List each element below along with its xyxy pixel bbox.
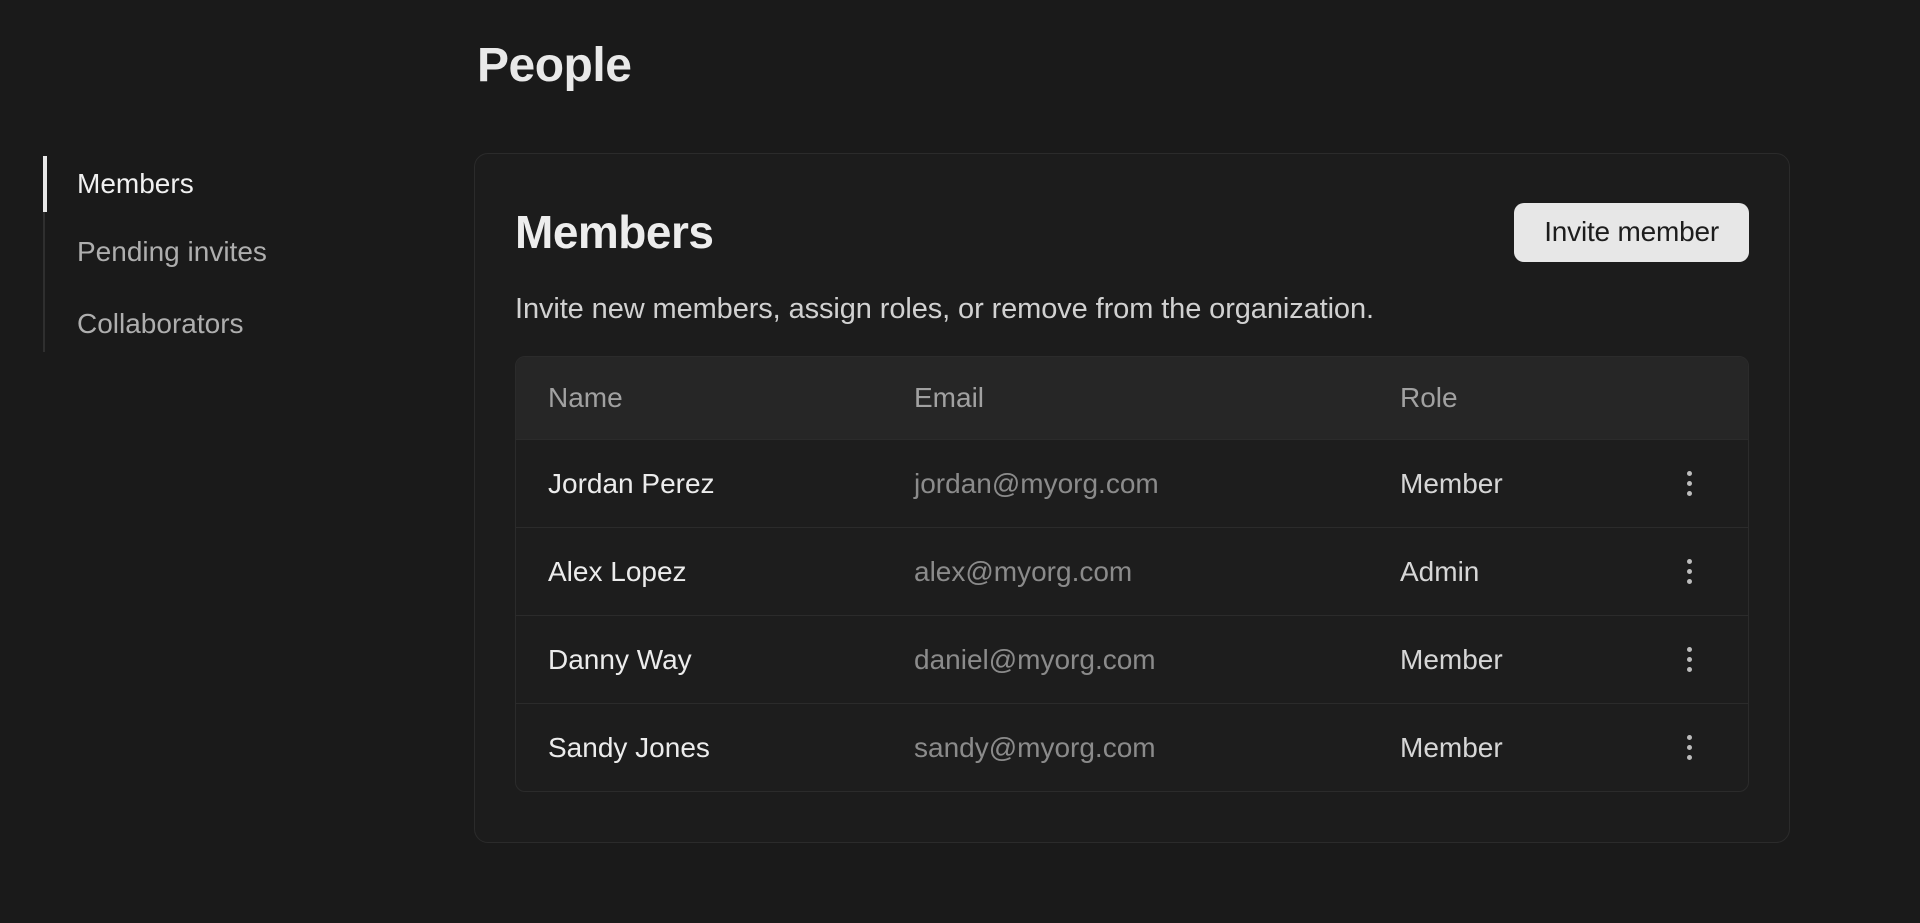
kebab-menu-icon[interactable]: [1673, 461, 1706, 506]
kebab-menu-icon[interactable]: [1673, 637, 1706, 682]
sidebar-item-collaborators[interactable]: Collaborators: [77, 296, 307, 352]
settings-sidebar-nav: Members Pending invites Collaborators: [43, 156, 307, 352]
member-name: Jordan Perez: [516, 468, 914, 500]
column-header-role: Role: [1400, 382, 1630, 414]
members-description: Invite new members, assign roles, or rem…: [515, 293, 1749, 326]
members-card: Members Invite member Invite new members…: [474, 153, 1790, 843]
table-row: Sandy Jones sandy@myorg.com Member: [516, 703, 1748, 791]
member-role: Member: [1400, 732, 1630, 764]
member-name: Alex Lopez: [516, 556, 914, 588]
member-email: jordan@myorg.com: [914, 468, 1400, 500]
kebab-menu-icon[interactable]: [1673, 725, 1706, 770]
kebab-menu-icon[interactable]: [1673, 549, 1706, 594]
member-email: sandy@myorg.com: [914, 732, 1400, 764]
member-email: daniel@myorg.com: [914, 644, 1400, 676]
members-card-header: Members Invite member: [515, 202, 1749, 262]
sidebar-item-pending-invites[interactable]: Pending invites: [77, 224, 307, 280]
sidebar-item-members[interactable]: Members: [77, 156, 307, 212]
member-name: Danny Way: [516, 644, 914, 676]
table-row: Jordan Perez jordan@myorg.com Member: [516, 439, 1748, 527]
column-header-email: Email: [914, 382, 1400, 414]
member-role: Admin: [1400, 556, 1630, 588]
members-table: Name Email Role Jordan Perez jordan@myor…: [515, 356, 1749, 792]
column-header-name: Name: [516, 382, 914, 414]
member-email: alex@myorg.com: [914, 556, 1400, 588]
page-title: People: [477, 38, 631, 93]
members-heading: Members: [515, 205, 713, 259]
table-row: Alex Lopez alex@myorg.com Admin: [516, 527, 1748, 615]
member-role: Member: [1400, 644, 1630, 676]
members-table-header: Name Email Role: [516, 357, 1748, 439]
member-name: Sandy Jones: [516, 732, 914, 764]
member-role: Member: [1400, 468, 1630, 500]
invite-member-button[interactable]: Invite member: [1514, 203, 1749, 262]
table-row: Danny Way daniel@myorg.com Member: [516, 615, 1748, 703]
